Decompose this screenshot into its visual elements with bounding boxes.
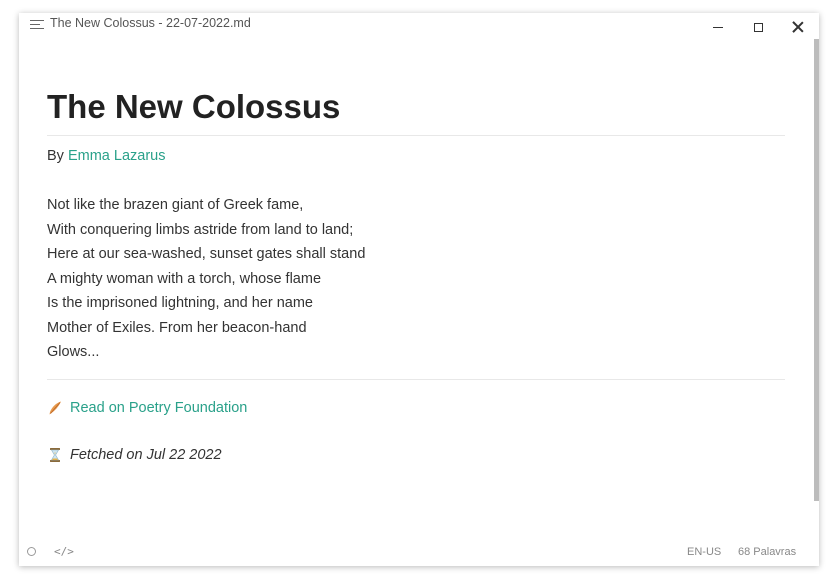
poem-line: Here at our sea-washed, sunset gates sha… (47, 246, 366, 262)
document-heading: The New Colossus (47, 83, 785, 136)
byline: By Emma Lazarus (47, 148, 785, 170)
maximize-icon (753, 22, 763, 32)
title-bar[interactable]: The New Colossus - 22-07-2022.md (19, 13, 819, 37)
minimize-button[interactable] (698, 13, 738, 37)
vertical-scrollbar[interactable] (814, 39, 819, 501)
editor-window: The New Colossus - 22-07-2022.md The New… (19, 13, 819, 566)
close-button[interactable] (778, 13, 818, 37)
poetry-foundation-link[interactable]: Read on Poetry Foundation (70, 400, 247, 416)
close-icon (792, 21, 804, 33)
poem-line: Mother of Exiles. From her beacon-hand (47, 319, 307, 336)
status-bar: </> EN-US 68 Palavras (19, 540, 819, 566)
feather-icon (47, 400, 63, 416)
word-count[interactable]: 68 Palavras (738, 546, 796, 558)
poem-line: Is the imprisoned lightning, and her nam… (47, 295, 313, 311)
byline-prefix: By (47, 148, 68, 164)
poem-line: A mighty woman with a torch, whose flame (47, 270, 322, 287)
fetched-text: Fetched on Jul 22 2022 (70, 446, 222, 463)
maximize-button[interactable] (738, 13, 778, 37)
poem-line: Glows... (47, 344, 100, 360)
sync-status-icon[interactable] (27, 547, 36, 556)
hourglass-icon (47, 447, 63, 463)
language-indicator[interactable]: EN-US (687, 546, 721, 558)
poem-line: Not like the brazen giant of Greek fame, (47, 197, 304, 213)
screen: The New Colossus - 22-07-2022.md The New… (0, 0, 840, 580)
window-title: The New Colossus - 22-07-2022.md (50, 16, 251, 30)
source-line: Read on Poetry Foundation (47, 397, 785, 419)
menu-icon[interactable] (30, 20, 44, 30)
poem-line: With conquering limbs astride from land … (47, 221, 354, 238)
fetched-line: Fetched on Jul 22 2022 (47, 444, 785, 466)
minimize-icon (713, 26, 723, 28)
horizontal-rule (47, 378, 785, 380)
document-body[interactable]: The New Colossus By Emma Lazarus Not lik… (47, 83, 785, 466)
author-link[interactable]: Emma Lazarus (68, 148, 166, 164)
poem-block: Not like the brazen giant of Greek fame,… (47, 193, 785, 365)
source-mode-icon[interactable]: </> (54, 545, 74, 558)
